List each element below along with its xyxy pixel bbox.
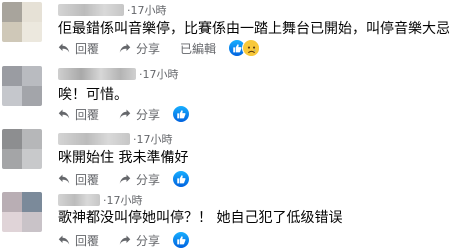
like-thumb-icon: [233, 44, 242, 53]
comment-header: · 17小時: [58, 131, 173, 147]
share-label: 分享: [136, 172, 161, 187]
comment-header: · 17小時: [58, 192, 143, 208]
reaction-summary[interactable]: [172, 105, 191, 123]
comment-text: 咪開始住 我未準備好: [58, 150, 189, 166]
comment-text: 佢最錯係叫音樂停，比賽係由一踏上舞台已開始，叫停音樂大忌: [58, 21, 450, 37]
reply-arrow-icon: [58, 109, 70, 119]
reply-label: 回覆: [75, 172, 100, 187]
reply-button[interactable]: 回覆: [58, 232, 99, 249]
comment-text: 歌神都没叫停她叫停？！ 她自己犯了低级错误: [58, 210, 343, 226]
reply-button[interactable]: 回覆: [58, 40, 99, 57]
share-button[interactable]: 分享: [119, 171, 160, 188]
comment-actions: 回覆 分享: [58, 170, 191, 188]
comment-3: · 17小時 咪開始住 我未準備好 回覆 分享: [0, 127, 460, 188]
reply-label: 回覆: [75, 41, 100, 56]
reply-label: 回覆: [75, 233, 100, 248]
reply-arrow-icon: [58, 43, 70, 53]
reply-label: 回覆: [75, 107, 100, 122]
share-button[interactable]: 分享: [119, 232, 160, 249]
like-thumb-icon: [177, 110, 186, 119]
like-reaction: [172, 170, 191, 188]
like-reaction: [172, 231, 191, 249]
comment-actions: 回覆 分享: [58, 231, 191, 249]
share-arrow-icon: [119, 235, 131, 245]
comment-time[interactable]: 17小時: [143, 66, 179, 82]
share-button[interactable]: 分享: [119, 106, 160, 123]
like-thumb-icon: [177, 236, 186, 245]
like-thumb-icon: [177, 175, 186, 184]
reply-button[interactable]: 回覆: [58, 171, 99, 188]
comment-time[interactable]: 17小時: [137, 131, 173, 147]
commenter-name-blurred[interactable]: [58, 194, 100, 206]
share-label: 分享: [136, 41, 161, 56]
comment-2: · 17小時 唉！可惜。 回覆 分享: [0, 64, 460, 124]
share-button[interactable]: 分享: [119, 40, 160, 57]
sad-face-icon: [243, 40, 259, 56]
comment-header: · 17小時: [58, 66, 179, 82]
share-arrow-icon: [119, 109, 131, 119]
edited-label[interactable]: 已編輯: [180, 40, 216, 57]
comment-time[interactable]: 17小時: [107, 192, 143, 208]
reaction-summary[interactable]: [172, 231, 191, 249]
commenter-name-blurred[interactable]: [58, 133, 130, 145]
comment-text: 唉！可惜。: [58, 87, 128, 103]
comment-header: · 17小時: [58, 2, 167, 18]
like-reaction: [172, 105, 191, 123]
share-arrow-icon: [119, 174, 131, 184]
comment-time[interactable]: 17小時: [131, 2, 167, 18]
reaction-summary[interactable]: [228, 39, 261, 57]
avatar[interactable]: [2, 2, 42, 42]
commenter-name-blurred[interactable]: [58, 68, 136, 80]
sad-reaction: [242, 39, 261, 57]
reply-arrow-icon: [58, 235, 70, 245]
comment-4: · 17小時 歌神都没叫停她叫停？！ 她自己犯了低级错误 回覆 分享: [0, 190, 460, 252]
avatar[interactable]: [2, 129, 42, 169]
comment-actions: 回覆 分享: [58, 105, 191, 123]
share-label: 分享: [136, 233, 161, 248]
commenter-name-blurred[interactable]: [58, 4, 124, 16]
reply-button[interactable]: 回覆: [58, 106, 99, 123]
avatar[interactable]: [2, 66, 42, 106]
comment-actions: 回覆 分享 已編輯: [58, 39, 261, 57]
avatar[interactable]: [2, 192, 42, 232]
share-label: 分享: [136, 107, 161, 122]
comment-1: · 17小時 佢最錯係叫音樂停，比賽係由一踏上舞台已開始，叫停音樂大忌 回覆 分…: [0, 0, 460, 60]
reply-arrow-icon: [58, 174, 70, 184]
share-arrow-icon: [119, 43, 131, 53]
reaction-summary[interactable]: [172, 170, 191, 188]
